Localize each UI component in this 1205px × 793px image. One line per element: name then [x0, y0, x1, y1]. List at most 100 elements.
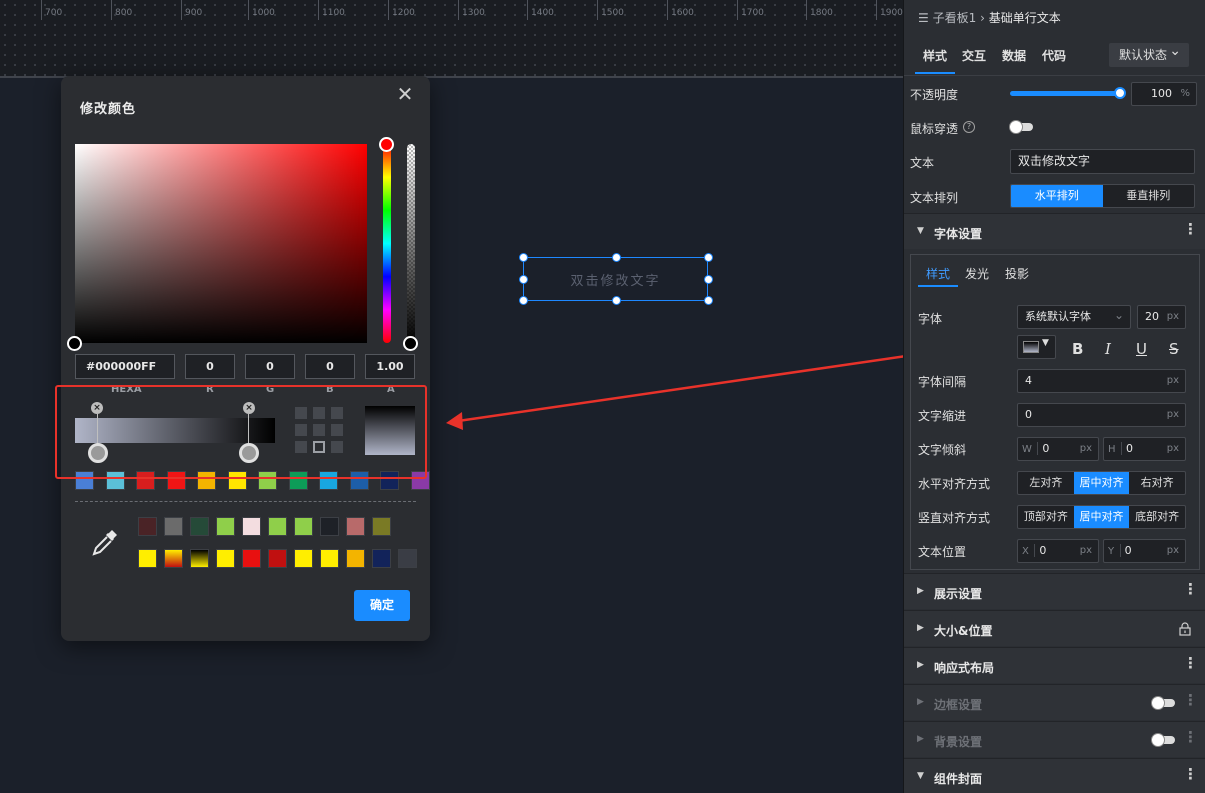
- tab-interaction[interactable]: 交互: [962, 47, 986, 64]
- align-center-option[interactable]: 居中对齐: [1073, 472, 1130, 494]
- selected-text-component[interactable]: 双击修改文字: [519, 253, 713, 305]
- hue-slider[interactable]: [379, 137, 394, 343]
- color-swatch[interactable]: [138, 517, 157, 536]
- layout-horizontal-option[interactable]: 水平排列: [1011, 185, 1103, 207]
- color-swatch[interactable]: [294, 517, 313, 536]
- color-swatch[interactable]: [294, 549, 313, 568]
- hue-knob[interactable]: [379, 137, 394, 152]
- state-select[interactable]: 默认状态 ⌄: [1109, 43, 1189, 67]
- align-left-option[interactable]: 左对齐: [1018, 472, 1074, 494]
- color-swatch[interactable]: [138, 549, 157, 568]
- section-border-settings[interactable]: ▶ 边框设置 ⋮: [904, 684, 1205, 720]
- resize-handle[interactable]: [704, 275, 713, 284]
- text-label: 文本: [910, 156, 935, 170]
- font-tab-style[interactable]: 样式: [917, 265, 959, 287]
- position-x-input[interactable]: X 0 px: [1017, 539, 1099, 563]
- confirm-button[interactable]: 确定: [354, 590, 410, 621]
- resize-handle[interactable]: [612, 253, 621, 262]
- background-toggle[interactable]: [1151, 733, 1175, 747]
- blue-input[interactable]: 0: [305, 354, 355, 379]
- saturation-value-area[interactable]: [67, 144, 367, 351]
- color-swatch[interactable]: [190, 549, 209, 568]
- mouse-through-toggle[interactable]: [1009, 120, 1033, 134]
- underline-button[interactable]: U: [1136, 340, 1147, 358]
- color-swatch[interactable]: [398, 549, 417, 568]
- section-font-settings[interactable]: ▼ 字体设置 ⋮: [904, 213, 1205, 249]
- font-tab-glow[interactable]: 发光: [965, 265, 989, 282]
- breadcrumb-separator: ›: [980, 11, 985, 25]
- italic-button[interactable]: I: [1105, 340, 1111, 358]
- color-swatch[interactable]: [346, 517, 365, 536]
- tab-code[interactable]: 代码: [1042, 47, 1066, 64]
- strikethrough-button[interactable]: S: [1169, 340, 1179, 358]
- alpha-input[interactable]: 1.00: [365, 354, 415, 379]
- align-middle-option[interactable]: 居中对齐: [1073, 506, 1130, 528]
- resize-handle[interactable]: [704, 253, 713, 262]
- position-y-input[interactable]: Y 0 px: [1103, 539, 1186, 563]
- border-toggle[interactable]: [1151, 696, 1175, 710]
- resize-handle[interactable]: [519, 296, 528, 305]
- ruler-tick: 1900: [876, 0, 903, 20]
- color-swatch[interactable]: [268, 517, 287, 536]
- color-swatch[interactable]: [216, 517, 235, 536]
- section-background-settings[interactable]: ▶ 背景设置 ⋮: [904, 721, 1205, 757]
- align-top-option[interactable]: 顶部对齐: [1018, 506, 1074, 528]
- font-settings-box: 样式 发光 投影 字体 系统默认字体 ⌄ 20 px ▼ B I U S 字体间…: [910, 254, 1200, 570]
- tab-data[interactable]: 数据: [1002, 47, 1026, 64]
- resize-handle[interactable]: [519, 253, 528, 262]
- skew-w-input[interactable]: W 0 px: [1017, 437, 1099, 461]
- more-icon[interactable]: ⋮: [1183, 656, 1198, 671]
- green-input[interactable]: 0: [245, 354, 295, 379]
- opacity-input[interactable]: 100 %: [1131, 82, 1197, 106]
- color-swatch[interactable]: [346, 549, 365, 568]
- color-swatch[interactable]: [242, 517, 261, 536]
- align-right-option[interactable]: 右对齐: [1129, 472, 1185, 494]
- color-swatch[interactable]: [320, 549, 339, 568]
- color-swatch[interactable]: [372, 549, 391, 568]
- section-component-cover[interactable]: ▼ 组件封面 ⋮: [904, 758, 1205, 793]
- section-display-settings[interactable]: ▶ 展示设置 ⋮: [904, 573, 1205, 609]
- tab-style[interactable]: 样式: [914, 47, 956, 74]
- color-swatch[interactable]: [164, 549, 183, 568]
- text-input[interactable]: 双击修改文字: [1010, 149, 1195, 174]
- font-family-select[interactable]: 系统默认字体 ⌄: [1017, 305, 1131, 329]
- breadcrumb-parent[interactable]: 子看板1: [933, 11, 977, 25]
- opacity-slider[interactable]: [1010, 87, 1126, 99]
- color-swatch[interactable]: [190, 517, 209, 536]
- resize-handle[interactable]: [704, 296, 713, 305]
- color-swatch[interactable]: [268, 549, 287, 568]
- font-color-picker[interactable]: ▼: [1017, 335, 1056, 359]
- more-icon[interactable]: ⋮: [1183, 693, 1198, 708]
- sv-picker-knob[interactable]: [67, 336, 82, 351]
- color-swatch[interactable]: [164, 517, 183, 536]
- alpha-knob[interactable]: [403, 336, 418, 351]
- bold-button[interactable]: B: [1072, 340, 1083, 358]
- red-input[interactable]: 0: [185, 354, 235, 379]
- more-icon[interactable]: ⋮: [1183, 582, 1198, 597]
- section-responsive-layout[interactable]: ▶ 响应式布局 ⋮: [904, 647, 1205, 683]
- hex-input[interactable]: #000000FF: [75, 354, 175, 379]
- align-bottom-option[interactable]: 底部对齐: [1129, 506, 1185, 528]
- more-icon[interactable]: ⋮: [1183, 222, 1198, 237]
- letter-spacing-input[interactable]: 4 px: [1017, 369, 1186, 393]
- font-size-input[interactable]: 20 px: [1137, 305, 1186, 329]
- opacity-slider-knob[interactable]: [1114, 87, 1126, 99]
- help-icon[interactable]: ?: [963, 121, 975, 133]
- lock-icon[interactable]: [1179, 622, 1191, 636]
- more-icon[interactable]: ⋮: [1183, 730, 1198, 745]
- skew-h-input[interactable]: H 0 px: [1103, 437, 1186, 461]
- font-tab-shadow[interactable]: 投影: [1005, 265, 1029, 282]
- resize-handle[interactable]: [519, 275, 528, 284]
- close-icon[interactable]: ✕: [393, 82, 417, 106]
- color-swatch[interactable]: [320, 517, 339, 536]
- color-swatch[interactable]: [372, 517, 391, 536]
- section-size-position[interactable]: ▶ 大小&位置: [904, 610, 1205, 646]
- layout-vertical-option[interactable]: 垂直排列: [1103, 185, 1195, 207]
- alpha-slider[interactable]: [403, 144, 418, 351]
- eyedropper-icon[interactable]: [90, 527, 120, 559]
- more-icon[interactable]: ⋮: [1183, 767, 1198, 782]
- text-indent-input[interactable]: 0 px: [1017, 403, 1186, 427]
- color-swatch[interactable]: [216, 549, 235, 568]
- resize-handle[interactable]: [612, 296, 621, 305]
- color-swatch[interactable]: [242, 549, 261, 568]
